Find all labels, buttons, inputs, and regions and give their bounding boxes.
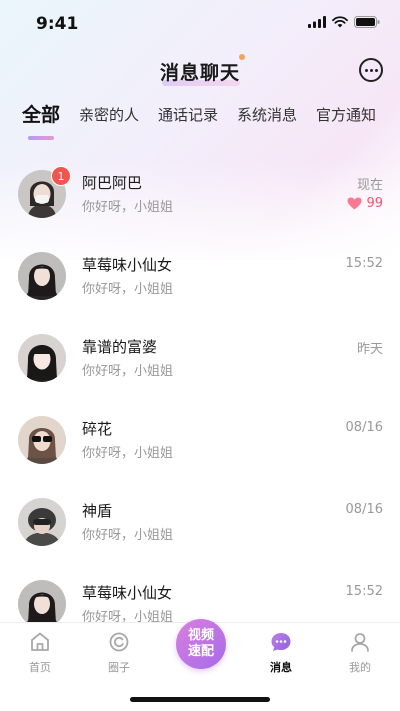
conversation-row[interactable]: 靠谱的富婆 你好呀，小姐姐 昨天 (0, 314, 400, 396)
tab-system-messages[interactable]: 系统消息 (237, 104, 297, 125)
tab-all[interactable]: 全部 (22, 100, 60, 127)
tabbar-circle[interactable]: 圈子 (94, 631, 144, 675)
page-title: 消息聊天 (159, 62, 240, 84)
conversation-row[interactable]: 草莓味小仙女 你好呀，小姐姐 15:52 (0, 232, 400, 314)
tabbar-home-label: 首页 (29, 661, 51, 674)
message-time: 15:52 (345, 256, 383, 271)
intimacy-score: 99 (347, 196, 383, 211)
conversation-row[interactable]: 1 阿巴阿巴 你好呀，小姐姐 现在 99 (0, 150, 400, 232)
signal-icon (308, 16, 326, 28)
tabbar-profile-label: 我的 (349, 661, 371, 674)
profile-icon (351, 633, 369, 652)
avatar (18, 498, 66, 546)
status-bar: 9:41 (0, 0, 400, 48)
avatar (18, 334, 66, 382)
tabbar-circle-label: 圈子 (108, 661, 130, 674)
contact-name: 阿巴阿巴 (82, 174, 143, 192)
conversation-row[interactable]: 碎花 你好呀，小姐姐 08/16 (0, 396, 400, 478)
more-icon-dot (374, 68, 378, 72)
more-options-button[interactable] (359, 58, 383, 82)
message-category-tabs: 全部 亲密的人 通话记录 系统消息 官方通知 (0, 100, 400, 144)
avatar (18, 580, 66, 628)
tab-intimate[interactable]: 亲密的人 (79, 104, 139, 125)
heart-icon (347, 197, 362, 210)
message-time: 08/16 (345, 502, 383, 517)
message-preview: 你好呀，小姐姐 (82, 282, 174, 297)
page-header: 消息聊天 (0, 52, 400, 92)
home-indicator (130, 697, 270, 702)
circle-icon (109, 632, 129, 652)
video-match-label-line2: 速配 (187, 644, 214, 659)
video-match-button[interactable]: 视频 速配 (176, 619, 226, 669)
more-icon-dot (364, 68, 368, 72)
contact-name: 靠谱的富婆 (82, 338, 158, 356)
more-icon-dot (369, 68, 373, 72)
tabbar-messages[interactable]: 消息 (256, 631, 306, 675)
status-time: 9:41 (36, 14, 79, 34)
conversation-row[interactable]: 神盾 你好呀，小姐姐 08/16 (0, 478, 400, 560)
unread-count-badge: 1 (51, 166, 71, 186)
message-preview: 你好呀，小姐姐 (82, 200, 174, 215)
wifi-icon (332, 16, 348, 28)
contact-name: 神盾 (82, 502, 113, 520)
title-dot-decoration (239, 54, 245, 60)
tabbar-messages-label: 消息 (270, 661, 292, 674)
message-bubble-icon (271, 633, 291, 651)
message-time: 08/16 (345, 420, 383, 435)
message-preview: 你好呀，小姐姐 (82, 364, 174, 379)
tabbar-home[interactable]: 首页 (15, 631, 65, 675)
avatar (18, 416, 66, 464)
home-icon (31, 632, 49, 651)
message-preview: 你好呀，小姐姐 (82, 528, 174, 543)
avatar (18, 252, 66, 300)
status-icons (308, 16, 380, 28)
active-tab-indicator (28, 136, 54, 140)
message-time: 15:52 (345, 584, 383, 599)
message-time: 昨天 (356, 342, 383, 357)
battery-icon (354, 16, 380, 28)
contact-name: 草莓味小仙女 (82, 584, 173, 602)
tab-official-notices[interactable]: 官方通知 (316, 104, 376, 125)
intimacy-value: 99 (366, 196, 383, 211)
contact-name: 碎花 (82, 420, 113, 438)
video-match-label-line1: 视频 (187, 628, 214, 643)
message-preview: 你好呀，小姐姐 (82, 446, 174, 461)
contact-name: 草莓味小仙女 (82, 256, 173, 274)
tabbar-profile[interactable]: 我的 (335, 631, 385, 675)
message-time: 现在 (356, 178, 383, 193)
tab-call-records[interactable]: 通话记录 (158, 104, 218, 125)
